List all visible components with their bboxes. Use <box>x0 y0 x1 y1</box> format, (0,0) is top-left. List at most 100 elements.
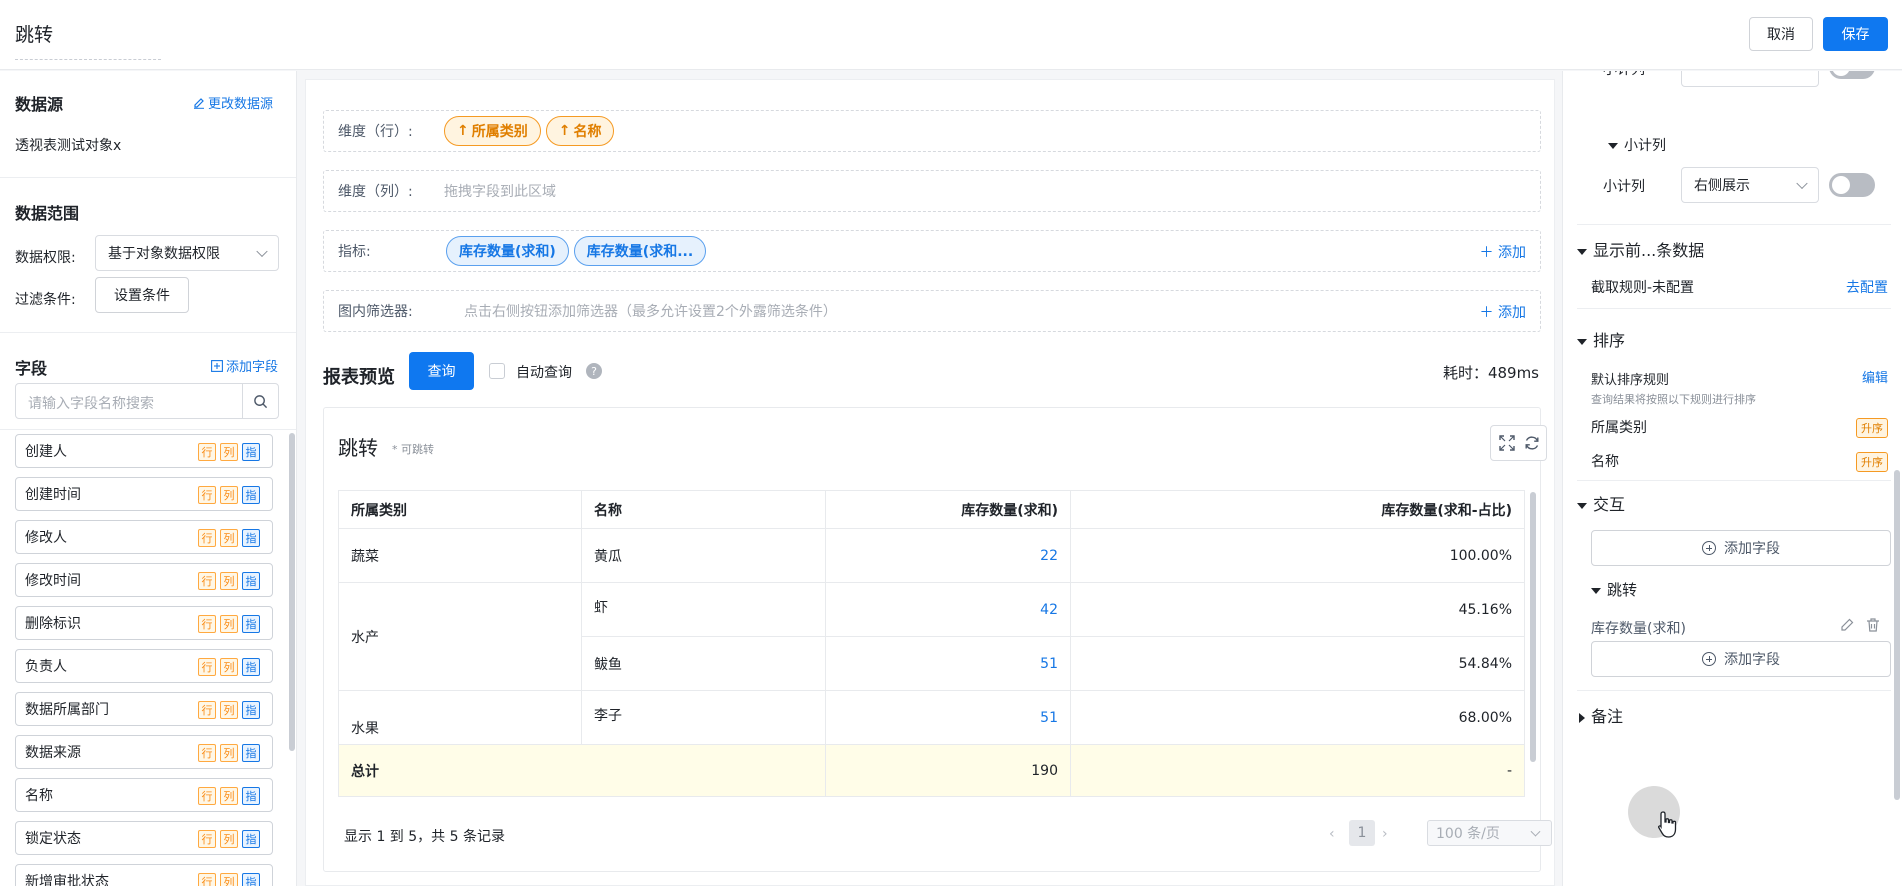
sort-order-badge[interactable]: 升序 <box>1856 452 1888 472</box>
field-item[interactable]: 创建人 行列指 <box>15 434 273 468</box>
add-to-metric-tag[interactable]: 指 <box>242 744 260 762</box>
table-scrollbar[interactable] <box>1530 492 1536 762</box>
page-number[interactable]: 1 <box>1349 820 1375 846</box>
field-item[interactable]: 新增审批状态 行列指 <box>15 864 273 886</box>
subtotal-toggle[interactable] <box>1829 173 1875 197</box>
cell-qty-link[interactable]: 51 <box>825 636 1071 691</box>
sort-section[interactable]: 排序 <box>1577 327 1625 351</box>
add-to-column-tag[interactable]: 列 <box>220 615 238 633</box>
trash-icon[interactable] <box>1865 617 1881 637</box>
add-to-row-tag[interactable]: 行 <box>198 701 216 719</box>
field-item[interactable]: 修改人 行列指 <box>15 520 273 554</box>
dim-col-dropzone[interactable]: 维度（列）: 拖拽字段到此区域 <box>323 170 1541 212</box>
add-to-row-tag[interactable]: 行 <box>198 615 216 633</box>
subtotal-select[interactable]: 右侧展示 <box>1681 167 1819 203</box>
add-to-metric-tag[interactable]: 指 <box>242 615 260 633</box>
add-to-metric-tag[interactable]: 指 <box>242 873 260 886</box>
column-header[interactable]: 库存数量(求和) <box>825 490 1071 529</box>
top-row-select[interactable] <box>1681 71 1819 87</box>
add-to-metric-tag[interactable]: 指 <box>242 486 260 504</box>
add-to-column-tag[interactable]: 列 <box>220 701 238 719</box>
add-to-row-tag[interactable]: 行 <box>198 572 216 590</box>
add-filter-button[interactable]: ＋ 添加 <box>1480 302 1526 322</box>
edit-icon[interactable] <box>1839 617 1855 637</box>
change-datasource-link[interactable]: 更改数据源 <box>193 93 273 112</box>
add-to-column-tag[interactable]: 列 <box>220 744 238 762</box>
field-item[interactable]: 创建时间 行列指 <box>15 477 273 511</box>
help-icon[interactable]: ? <box>586 363 602 379</box>
field-item[interactable]: 锁定状态 行列指 <box>15 821 273 855</box>
add-to-column-tag[interactable]: 列 <box>220 873 238 886</box>
cell-qty-link[interactable]: 22 <box>825 528 1071 583</box>
metric-chip[interactable]: 库存数量(求和) <box>446 236 569 266</box>
add-to-metric-tag[interactable]: 指 <box>242 658 260 676</box>
dimension-chip[interactable]: ↑ 所属类别 <box>444 116 541 146</box>
jump-section[interactable]: 跳转 <box>1591 579 1637 600</box>
drill-add-field-button[interactable]: 添加字段 <box>1591 530 1891 566</box>
add-to-metric-tag[interactable]: 指 <box>242 443 260 461</box>
add-to-row-tag[interactable]: 行 <box>198 873 216 886</box>
field-item[interactable]: 删除标识 行列指 <box>15 606 273 640</box>
top-row-toggle[interactable] <box>1829 71 1875 79</box>
interact-section[interactable]: 交互 <box>1577 491 1625 515</box>
configure-link[interactable]: 去配置 <box>1846 277 1888 297</box>
field-item[interactable]: 数据来源 行列指 <box>15 735 273 769</box>
auto-query-checkbox[interactable] <box>489 363 505 379</box>
cell-qty-link[interactable]: 51 <box>825 690 1071 745</box>
save-button[interactable]: 保存 <box>1823 17 1888 51</box>
add-to-column-tag[interactable]: 列 <box>220 830 238 848</box>
page-size-select[interactable]: 100 条/页 <box>1427 820 1552 846</box>
sort-order-badge[interactable]: 升序 <box>1856 418 1888 438</box>
add-to-metric-tag[interactable]: 指 <box>242 529 260 547</box>
field-item[interactable]: 负责人 行列指 <box>15 649 273 683</box>
refresh-button[interactable] <box>1517 425 1547 461</box>
add-to-column-tag[interactable]: 列 <box>220 658 238 676</box>
add-to-row-tag[interactable]: 行 <box>198 658 216 676</box>
cancel-button[interactable]: 取消 <box>1749 17 1813 51</box>
permission-select[interactable]: 基于对象数据权限 <box>95 235 279 271</box>
dimension-chip[interactable]: ↑ 名称 <box>545 116 615 146</box>
metric-dropzone[interactable]: 指标: 库存数量(求和) 库存数量(求和... ＋ 添加 <box>323 230 1541 272</box>
subtotal-section[interactable]: 小计列 <box>1608 135 1666 155</box>
set-condition-button[interactable]: 设置条件 <box>95 277 189 313</box>
add-to-column-tag[interactable]: 列 <box>220 443 238 461</box>
add-to-row-tag[interactable]: 行 <box>198 744 216 762</box>
filter-dropzone[interactable]: 图内筛选器: 点击右侧按钮添加筛选器（最多允许设置2个外露筛选条件） ＋ 添加 <box>323 290 1541 332</box>
add-to-metric-tag[interactable]: 指 <box>242 787 260 805</box>
search-button[interactable] <box>242 384 278 418</box>
left-scrollbar[interactable] <box>289 433 295 751</box>
add-to-metric-tag[interactable]: 指 <box>242 701 260 719</box>
add-metric-button[interactable]: ＋ 添加 <box>1480 242 1526 262</box>
add-to-row-tag[interactable]: 行 <box>198 529 216 547</box>
dim-row-dropzone[interactable]: 维度（行）: ↑ 所属类别 ↑ 名称 <box>323 110 1541 152</box>
showtop-section[interactable]: 显示前...条数据 <box>1577 237 1704 261</box>
jump-add-field-button[interactable]: 添加字段 <box>1591 641 1891 677</box>
add-to-row-tag[interactable]: 行 <box>198 443 216 461</box>
sort-edit-link[interactable]: 编辑 <box>1862 367 1888 386</box>
add-to-column-tag[interactable]: 列 <box>220 572 238 590</box>
add-to-column-tag[interactable]: 列 <box>220 787 238 805</box>
add-to-column-tag[interactable]: 列 <box>220 529 238 547</box>
field-item[interactable]: 数据所属部门 行列指 <box>15 692 273 726</box>
column-header[interactable]: 名称 <box>581 490 826 529</box>
field-search[interactable]: 请输入字段名称搜索 <box>15 383 279 419</box>
search-input[interactable]: 请输入字段名称搜索 <box>28 393 154 413</box>
add-to-row-tag[interactable]: 行 <box>198 486 216 504</box>
field-item[interactable]: 修改时间 行列指 <box>15 563 273 597</box>
add-field-link[interactable]: 添加字段 <box>211 356 278 375</box>
add-to-column-tag[interactable]: 列 <box>220 486 238 504</box>
report-title-input[interactable]: 跳转 <box>15 20 161 60</box>
prev-page-icon[interactable]: ‹ <box>1329 826 1335 842</box>
note-section[interactable]: 备注 <box>1579 703 1623 727</box>
column-header[interactable]: 所属类别 <box>338 490 582 529</box>
add-to-metric-tag[interactable]: 指 <box>242 830 260 848</box>
right-scrollbar[interactable] <box>1894 470 1900 800</box>
column-header[interactable]: 库存数量(求和-占比) <box>1070 490 1525 529</box>
add-to-row-tag[interactable]: 行 <box>198 830 216 848</box>
add-to-metric-tag[interactable]: 指 <box>242 572 260 590</box>
next-page-icon[interactable]: › <box>1382 826 1388 842</box>
cell-qty-link[interactable]: 42 <box>825 582 1071 637</box>
add-to-row-tag[interactable]: 行 <box>198 787 216 805</box>
field-item[interactable]: 名称 行列指 <box>15 778 273 812</box>
query-button[interactable]: 查询 <box>409 352 474 390</box>
